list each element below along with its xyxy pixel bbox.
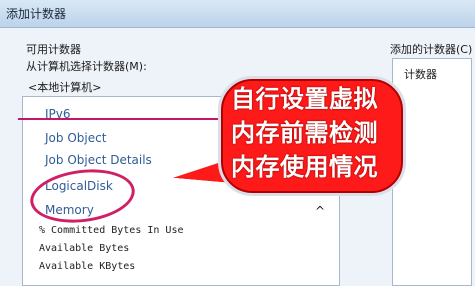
available-counters-label: 可用计数器 [26, 43, 81, 56]
select-from-label: 从计算机选择计数器(M): [26, 60, 147, 73]
sub-item-committed-bytes[interactable]: % Committed Bytes In Use [39, 225, 184, 236]
memory-underline [18, 118, 218, 120]
callout-line-2: 内存前需检测 [231, 119, 378, 147]
sub-item-available-kbytes[interactable]: Available KBytes [39, 261, 135, 272]
callout-line-1: 自行设置虚拟 [231, 85, 378, 113]
callout-line-3: 内存使用情况 [231, 153, 378, 181]
added-counters-label: 添加的计数器(C) [390, 43, 473, 56]
window-titlebar: 添加计数器 [0, 0, 475, 28]
list-item-job-object-details[interactable]: Job Object Details [45, 153, 152, 167]
sub-item-available-bytes[interactable]: Available Bytes [39, 243, 129, 254]
list-item-job-object[interactable]: Job Object [45, 131, 106, 145]
window-title: 添加计数器 [6, 7, 67, 21]
added-column-header: 计数器 [404, 68, 437, 81]
collapse-icon[interactable]: ^ [315, 204, 325, 218]
